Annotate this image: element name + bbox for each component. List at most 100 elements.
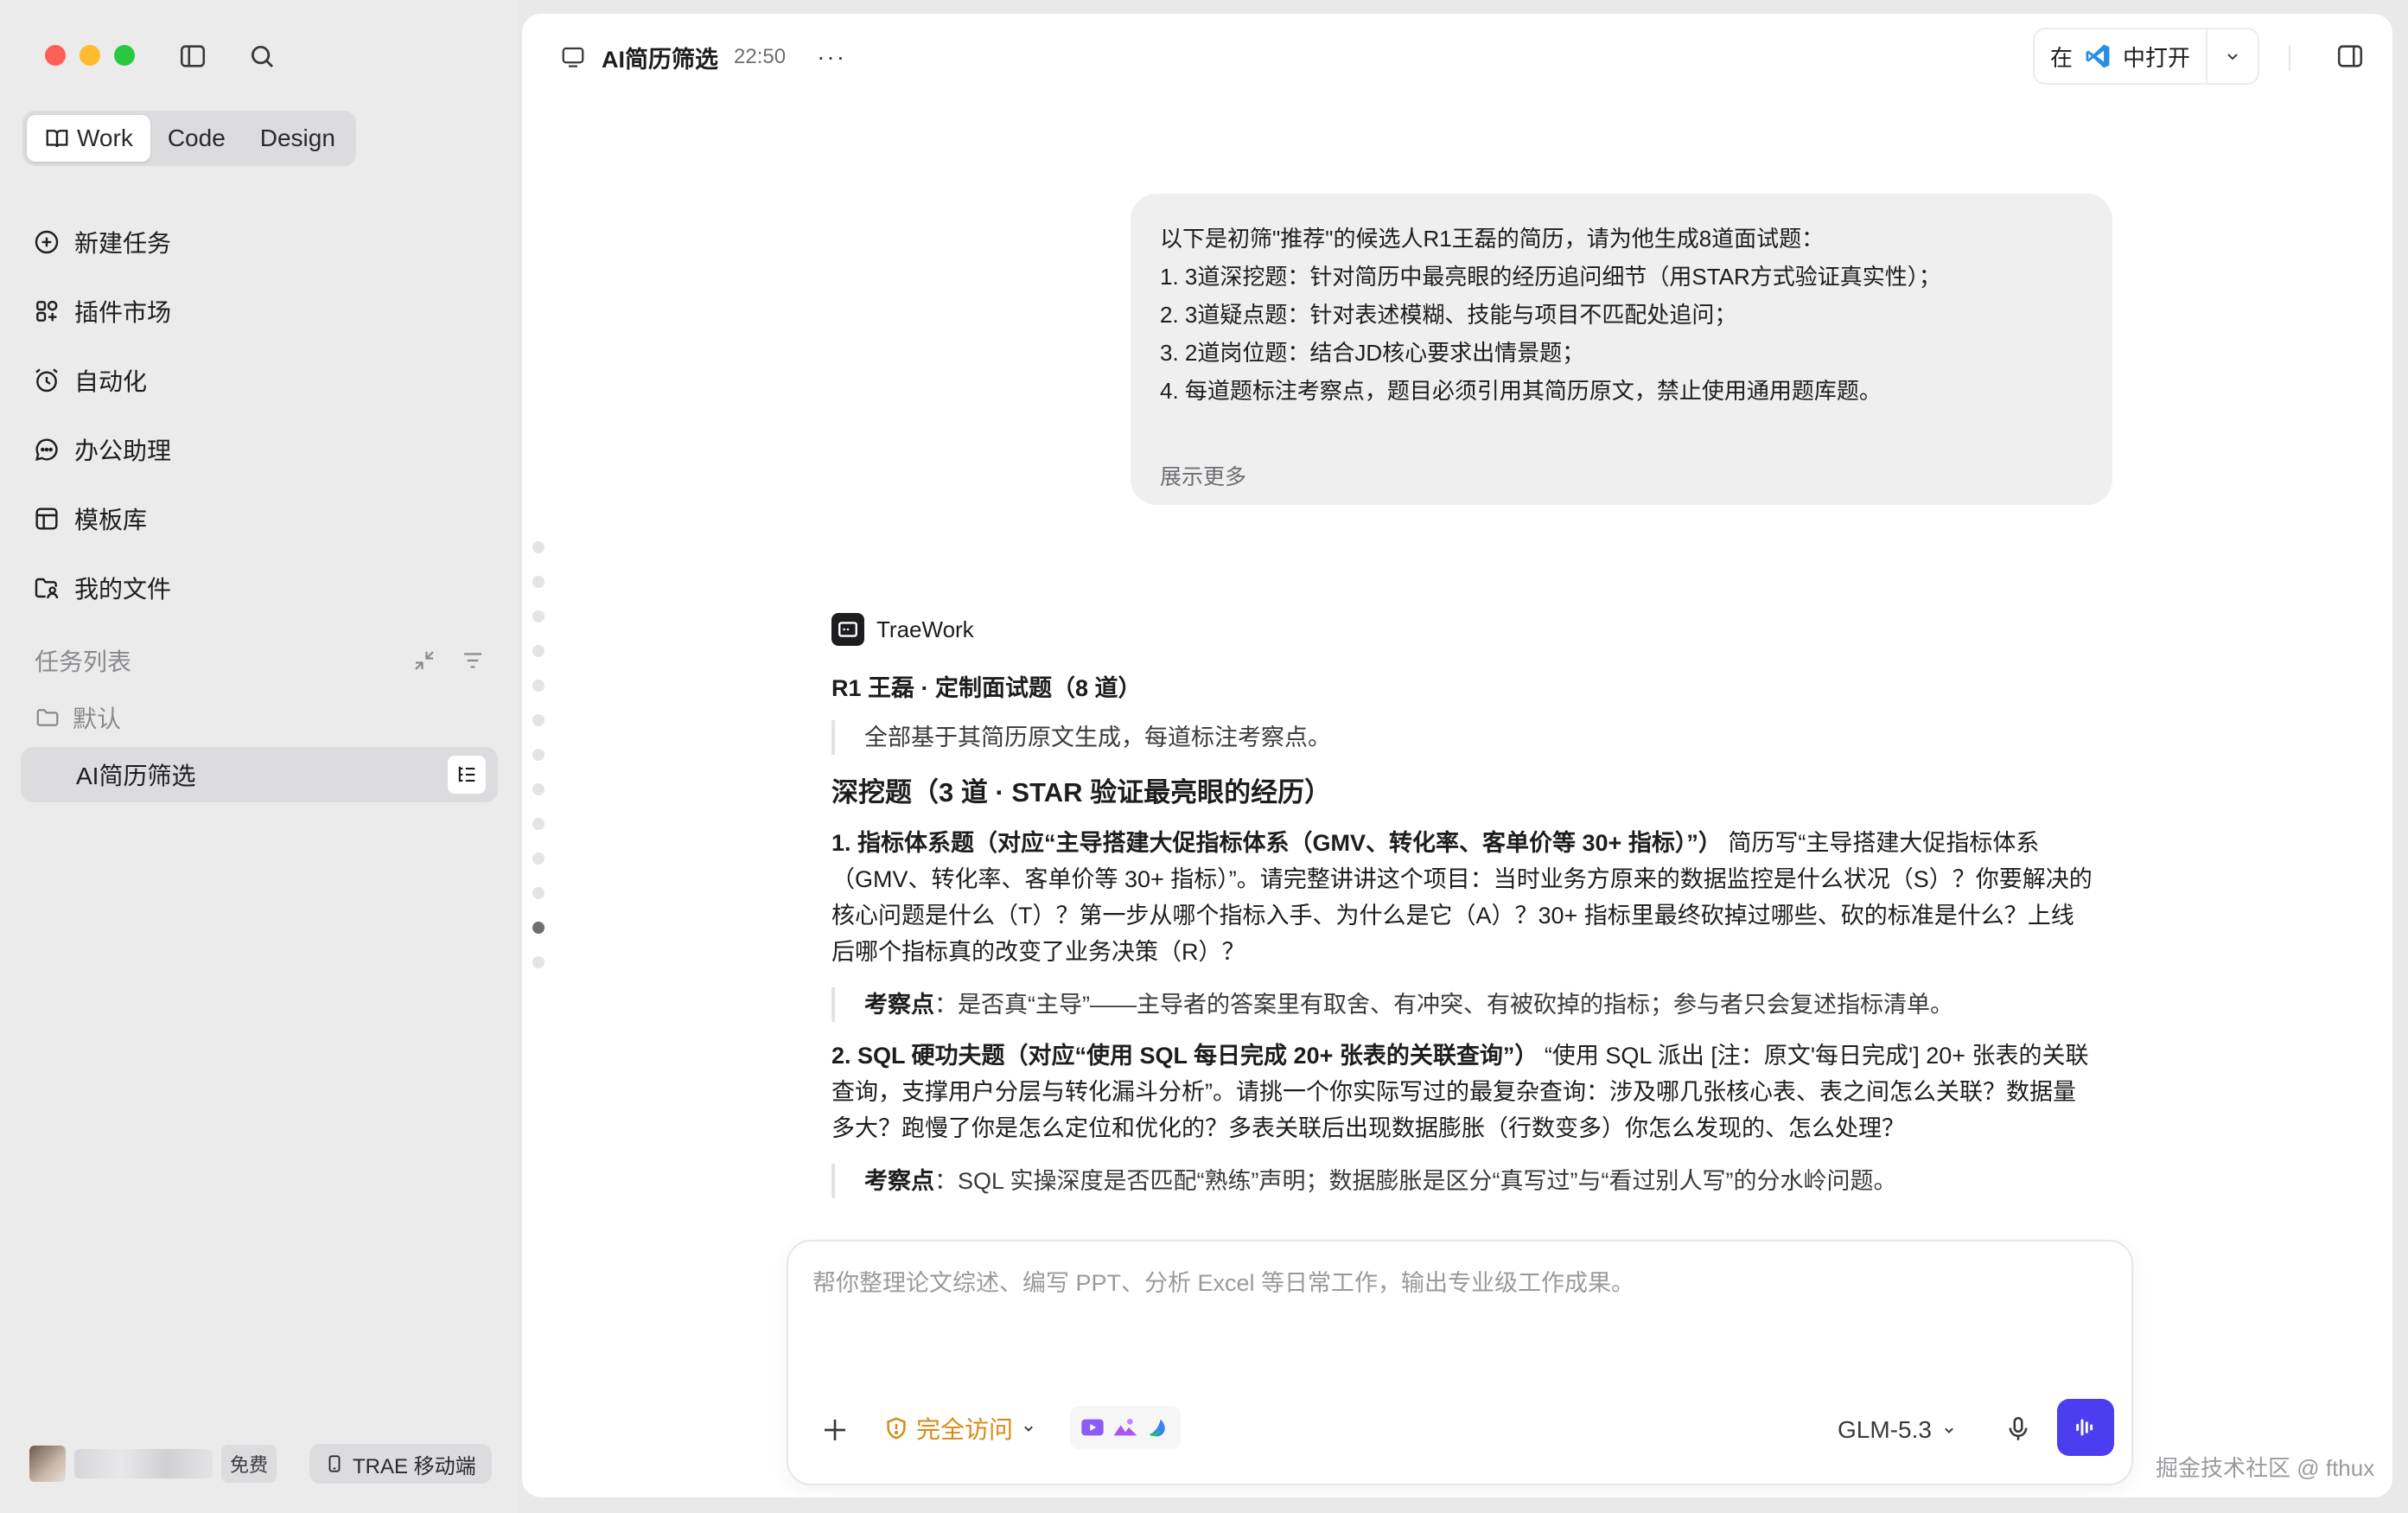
content-fade (831, 1195, 2093, 1217)
answer-title: R1 王磊 · 定制面试题（8 道） (831, 675, 1142, 701)
sidebar-item-label: 我的文件 (74, 576, 172, 603)
tab-code-label: Code (167, 124, 226, 151)
access-mode-dropdown[interactable]: 完全访问 (883, 1411, 1037, 1446)
message-nav-dot[interactable] (532, 887, 545, 899)
task-outline-button[interactable] (448, 756, 486, 794)
chat-window-icon (562, 47, 584, 67)
tab-design-label: Design (259, 124, 335, 151)
sidebar-item-automation[interactable]: 自动化 (33, 346, 500, 415)
voice-send-button[interactable] (2057, 1399, 2114, 1456)
user-message-line: 2. 3道疑点题：针对表述模糊、技能与项目不匹配处追问； (1160, 302, 1737, 328)
task-item-ai-resume[interactable]: AI简历筛选 (21, 747, 498, 802)
assistant-name: TraeWork (876, 616, 974, 642)
chevron-down-icon (1945, 1427, 1953, 1433)
section-heading: 深挖题（3 道 · STAR 验证最亮眼的经历） (831, 777, 1332, 808)
message-nav-dot[interactable] (532, 576, 545, 588)
mode-switcher: Work Code Design (22, 111, 356, 166)
user-message-bubble: 以下是初筛"推荐"的候选人R1王磊的简历，请为他生成8道面试题： 1. 3道深挖… (1131, 194, 2112, 505)
filter-icon[interactable] (460, 648, 486, 674)
collapse-icon[interactable] (411, 648, 437, 674)
chat-bubble-icon (35, 438, 58, 461)
more-options-button[interactable]: ··· (817, 43, 846, 71)
message-nav-dot[interactable] (532, 852, 545, 865)
chevron-down-icon (1024, 1426, 1033, 1432)
tab-work-label: Work (77, 124, 133, 151)
plugin-grid-icon (36, 300, 58, 322)
user-message-line: 3. 2道岗位题：结合JD核心要求出情景题； (1160, 340, 1585, 366)
sidebar-item-my-files[interactable]: 我的文件 (33, 553, 500, 622)
folder-label: 默认 (73, 705, 122, 732)
search-icon[interactable] (247, 41, 277, 71)
sidebar-item-new-task[interactable]: 新建任务 (33, 207, 500, 277)
plan-badge: 免费 (221, 1445, 277, 1483)
mobile-button-label: TRAE 移动端 (353, 1454, 476, 1478)
question-1-point: 考察点：是否真“主导”——主导者的答案里有取舍、有冲突、有被砍掉的指标；参与者只… (831, 987, 2093, 1022)
minimize-window-button[interactable] (80, 45, 100, 66)
add-attachment-icon[interactable] (819, 1414, 850, 1446)
access-mode-label: 完全访问 (916, 1416, 1014, 1443)
microphone-icon[interactable] (2003, 1414, 2033, 1444)
sidebar-item-label: 插件市场 (74, 299, 172, 326)
sidebar-item-label: 新建任务 (74, 230, 172, 257)
open-in-editor: 在 中打开 (2033, 28, 2259, 85)
message-nav-dot[interactable] (532, 680, 545, 692)
message-nav-dot[interactable] (532, 645, 545, 657)
alarm-clock-icon (35, 368, 58, 393)
shield-alert-icon (887, 1417, 906, 1440)
message-nav-dot-active[interactable] (532, 922, 545, 934)
question-2: 2. SQL 硬功夫题（对应“使用 SQL 每日完成 20+ 张表的关联查询”）… (831, 1037, 2093, 1146)
top-bar: AI简历筛选 22:50 ··· 在 中打开 (522, 14, 2392, 100)
tab-design[interactable]: Design (243, 115, 353, 162)
tab-work[interactable]: Work (27, 115, 150, 162)
conversation-title-bar: AI简历筛选 22:50 ··· (560, 40, 846, 74)
tab-code[interactable]: Code (150, 115, 243, 162)
creative-icon (1150, 1419, 1165, 1437)
book-icon (46, 130, 68, 148)
message-nav-dot[interactable] (532, 714, 545, 726)
point-label: 考察点 (864, 1168, 934, 1194)
task-item-label: AI简历筛选 (76, 763, 196, 789)
user-name-blurred (74, 1449, 213, 1478)
open-in-dropdown[interactable] (2207, 46, 2258, 67)
message-nav-dot[interactable] (532, 610, 545, 622)
show-more-link[interactable]: 展示更多 (1160, 458, 1246, 496)
point-text: ：SQL 实操深度是否匹配“熟练”声明；数据膨胀是区分“真写过”与“看过别人写”… (934, 1168, 1897, 1194)
message-nav-dot[interactable] (532, 818, 545, 830)
window-controls (45, 45, 135, 66)
user-message-line: 4. 每道题标注考察点，题目必须引用其简历原文，禁止使用通用题库题。 (1160, 378, 1882, 404)
main-panel: AI简历筛选 22:50 ··· 在 中打开 以下是初筛"推荐"的候选人R1王磊… (522, 14, 2392, 1497)
prompt-input[interactable] (812, 1264, 2109, 1333)
question-2-title: 2. SQL 硬功夫题（对应“使用 SQL 每日完成 20+ 张表的关联查询”） (831, 1043, 1538, 1069)
media-tools[interactable] (1070, 1406, 1181, 1449)
conversation-time: 22:50 (734, 45, 787, 68)
sidebar-item-plugins[interactable]: 插件市场 (33, 277, 500, 346)
message-navigator (532, 541, 550, 991)
right-panel-toggle-icon[interactable] (2335, 41, 2365, 71)
task-list-header: 任务列表 (35, 640, 486, 681)
sidebar-toggle-icon[interactable] (178, 41, 207, 71)
sidebar-item-office-assistant[interactable]: 办公助理 (33, 415, 500, 484)
close-window-button[interactable] (45, 45, 66, 66)
watermark-text: 掘金技术社区 @ fthux (2156, 1455, 2375, 1481)
user-message-line: 以下是初筛"推荐"的候选人R1王磊的简历，请为他生成8道面试题： (1160, 226, 1825, 252)
chevron-down-icon (2227, 54, 2238, 61)
open-in-editor-button[interactable]: 在 中打开 (2035, 29, 2208, 83)
message-nav-dot[interactable] (532, 749, 545, 761)
answer-intro-quote: 全部基于其简历原文生成，每道标注考察点。 (831, 720, 2093, 755)
open-in-suffix: 中打开 (2123, 44, 2191, 71)
model-selector[interactable]: GLM-5.3 (1838, 1413, 1958, 1447)
sidebar-item-label: 自动化 (74, 368, 148, 395)
message-nav-dot[interactable] (532, 541, 545, 553)
mobile-app-button[interactable]: TRAE 移动端 (309, 1444, 492, 1484)
sidebar-nav: 新建任务 插件市场 自动化 办公助理 模板库 我的文件 (33, 207, 500, 622)
message-nav-dot[interactable] (532, 783, 545, 795)
sidebar-item-templates[interactable]: 模板库 (33, 484, 500, 553)
message-nav-dot[interactable] (532, 956, 545, 968)
question-1-title: 1. 指标体系题（对应“主导搭建大促指标体系（GMV、转化率、客单价等 30+ … (831, 830, 1722, 856)
traework-logo-icon (831, 613, 864, 646)
folder-default[interactable]: 默认 (35, 697, 121, 738)
assistant-message: TraeWork R1 王磊 · 定制面试题（8 道） 全部基于其简历原文生成，… (831, 612, 2093, 1217)
zoom-window-button[interactable] (114, 45, 135, 66)
divider (2289, 45, 2290, 71)
user-profile[interactable]: 免费 (29, 1444, 277, 1484)
